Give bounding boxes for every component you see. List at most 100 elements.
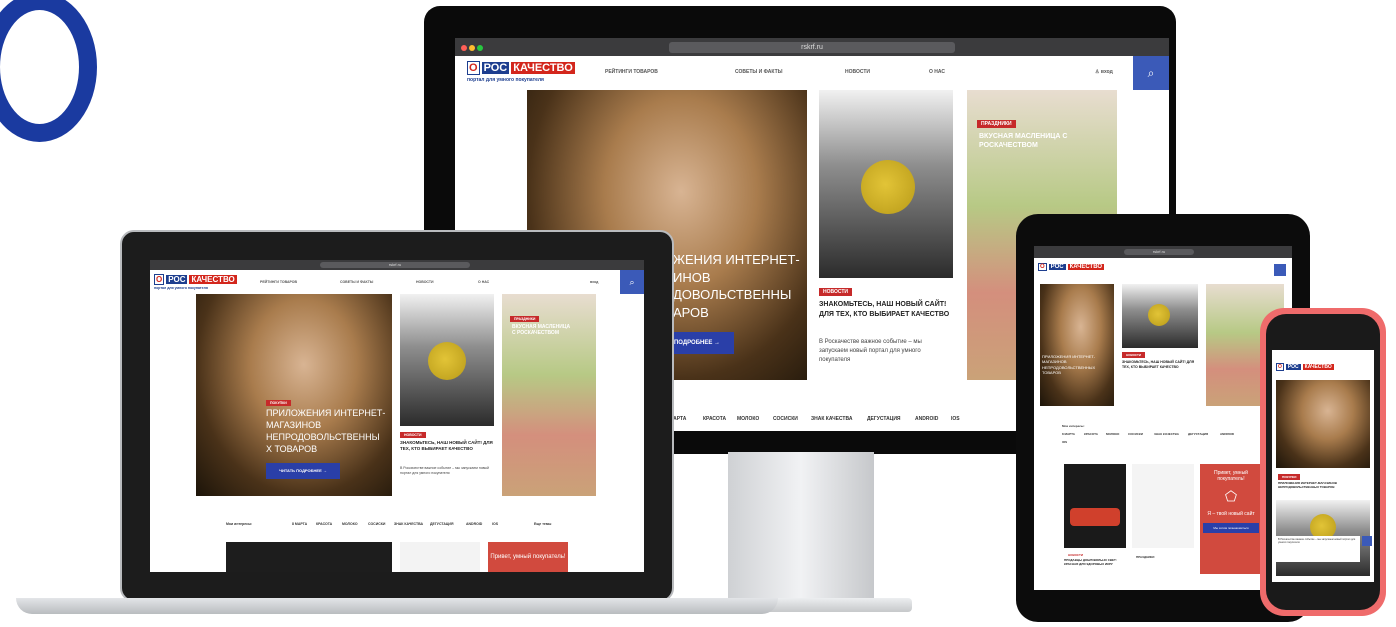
tag-item[interactable]: ДЕГУСТАЦИЯ bbox=[430, 522, 453, 526]
hero-tag[interactable]: ПОКУПКИ bbox=[1278, 474, 1301, 480]
holiday-card-title[interactable]: ВКУСНАЯ МАСЛЕНИЦА С РОСКАЧЕСТВОМ bbox=[979, 132, 1069, 150]
browser-toolbar: rskrf.ru bbox=[455, 38, 1169, 56]
promo-title: Привет, умный покупатель! bbox=[1214, 470, 1248, 482]
logo-kachestvo: КАЧЕСТВО bbox=[189, 275, 237, 284]
tag-item[interactable]: ANDROID bbox=[1220, 432, 1234, 436]
holiday-card-title[interactable]: ВКУСНАЯ МАСЛЕНИЦА С РОСКАЧЕСТВОМ bbox=[512, 324, 572, 336]
more-tags-link[interactable]: Еще темы bbox=[534, 522, 551, 526]
tag-item[interactable]: МОЛОКО bbox=[737, 416, 759, 422]
hero-title-line: ИНОВ bbox=[673, 269, 711, 285]
hero-tag[interactable]: ПОКУПКИ bbox=[266, 400, 291, 406]
tag-item[interactable]: МОЛОКО bbox=[1106, 432, 1119, 436]
tag-item[interactable]: МОЛОКО bbox=[342, 522, 358, 526]
hero-image[interactable] bbox=[1040, 284, 1114, 406]
nav-news[interactable]: НОВОСТИ bbox=[416, 280, 434, 284]
address-bar[interactable]: rskrf.ru bbox=[669, 42, 955, 53]
site-logo[interactable]: О РОС КАЧЕСТВО bbox=[1038, 263, 1105, 271]
nav-ratings[interactable]: РЕЙТИНГИ ТОВАРОВ bbox=[260, 280, 297, 284]
lightbulb-icon bbox=[861, 160, 915, 214]
news-card-image[interactable] bbox=[819, 90, 953, 278]
lightbulb-icon bbox=[428, 342, 466, 380]
hero-read-more-button[interactable]: ЧИТАТЬ ПОДРОБНЕЕ → bbox=[266, 463, 340, 479]
hero-title[interactable]: ЖЕНИЯ ИНТЕРНЕТ- ИНОВ ДОВОЛЬСТВЕННЫ АРОВ bbox=[673, 251, 800, 321]
promo-subtitle: Я – твой новый сайт bbox=[1207, 511, 1255, 517]
tag-item[interactable]: ДЕГУСТАЦИЯ bbox=[867, 416, 901, 422]
tag-item[interactable]: СОСИСКИ bbox=[1128, 432, 1143, 436]
lower-card-image[interactable] bbox=[1064, 464, 1126, 548]
promo-card[interactable]: Привет, умный покупатель! bbox=[488, 542, 568, 572]
tag-item[interactable]: КРАСОТА bbox=[1084, 432, 1098, 436]
tag-item[interactable]: ЗНАК КАЧЕСТВА bbox=[811, 416, 852, 422]
nav-tips[interactable]: СОВЕТЫ И ФАКТЫ bbox=[735, 69, 783, 75]
lower-holiday-tag[interactable]: ПРАЗДНИКИ bbox=[1132, 554, 1158, 560]
lower-card-image[interactable] bbox=[226, 542, 392, 572]
news-tag[interactable]: НОВОСТИ bbox=[819, 288, 853, 296]
logo-kachestvo: КАЧЕСТВО bbox=[511, 62, 575, 74]
logo-ros: РОС bbox=[1285, 364, 1301, 370]
holiday-tag[interactable]: ПРАЗДНИКИ bbox=[977, 120, 1016, 128]
news-card-title[interactable]: ЗНАКОМЬТЕСЬ, НАШ НОВЫЙ САЙТ! ДЛЯ ТЕХ, КТ… bbox=[400, 440, 500, 453]
login-label: вход bbox=[1100, 69, 1113, 75]
nav-about[interactable]: О НАС bbox=[929, 69, 945, 75]
cookie-banner[interactable]: В Роскачестве важное событие – мы запуск… bbox=[1276, 536, 1360, 562]
tag-item[interactable]: СОСИСКИ bbox=[368, 522, 385, 526]
news-title-line: ЗНАКОМЬТЕСЬ, НАШ НОВЫЙ САЙТ! bbox=[819, 301, 947, 308]
nav-login[interactable]: ♙ вход bbox=[1095, 69, 1113, 75]
tag-item[interactable]: КРАСОТА bbox=[316, 522, 332, 526]
news-card-image[interactable] bbox=[400, 294, 494, 426]
holiday-tag[interactable]: ПРАЗДНИКИ bbox=[510, 316, 540, 322]
caviar-illustration bbox=[1070, 508, 1120, 526]
phone-screen: О РОС КАЧЕСТВО ПОКУПКИ ПРИЛОЖЕНИЯ ИНТЕРНЕТ… bbox=[1272, 350, 1374, 582]
promo-card[interactable]: Привет, умный покупатель! ⬠ Я – твой нов… bbox=[1200, 464, 1262, 574]
hero-title-line: Х ТОВАРОВ bbox=[266, 444, 318, 455]
address-bar[interactable]: rskrf.ru bbox=[320, 262, 470, 268]
news-card-body: В Роскачестве важное событие – мы запуск… bbox=[400, 466, 489, 476]
nav-tips[interactable]: СОВЕТЫ И ФАКТЫ bbox=[340, 280, 373, 284]
tag-item[interactable]: ЗНАК КАЧЕСТВА bbox=[394, 522, 423, 526]
nav-news[interactable]: НОВОСТИ bbox=[845, 69, 870, 75]
tag-item[interactable]: ANDROID bbox=[466, 522, 482, 526]
laptop-screen: rskrf.ru О РОС КАЧЕСТВО портал для умного … bbox=[150, 260, 644, 572]
tag-item[interactable]: ANDROID bbox=[915, 416, 938, 422]
search-button[interactable]: ⌕ bbox=[620, 270, 644, 294]
tag-item[interactable]: СОСИСКИ bbox=[773, 416, 798, 422]
news-tag[interactable]: НОВОСТИ bbox=[400, 432, 426, 438]
hero-title[interactable]: ПРИЛОЖЕНИЯ ИНТЕРНЕТ-МАГАЗИНОВ НЕПРОДОВОЛ… bbox=[1042, 354, 1112, 376]
hero-title-line: АРОВ bbox=[673, 304, 709, 320]
news-card-title[interactable]: ЗНАКОМЬТЕСЬ, НАШ НОВЫЙ САЙТ! ДЛЯ ТЕХ, КТ… bbox=[819, 300, 969, 320]
site-logo[interactable]: О РОС КАЧЕСТВО bbox=[154, 274, 237, 285]
hero-image[interactable] bbox=[1276, 380, 1370, 468]
close-icon[interactable] bbox=[1362, 536, 1372, 546]
logo-letter-o: О bbox=[154, 274, 165, 285]
search-icon: ⌕ bbox=[1147, 66, 1155, 80]
address-bar[interactable]: rskrf.ru bbox=[1124, 249, 1194, 255]
nav-ratings[interactable]: РЕЙТИНГИ ТОВАРОВ bbox=[605, 69, 658, 75]
site-logo[interactable]: О РОС КАЧЕСТВО bbox=[467, 61, 575, 75]
lower-news-title[interactable]: ПРОДАВЦЫ ДОБРОВОЛЬНО СВЕТ: КРАСНАЯ ДЛЯ З… bbox=[1064, 558, 1124, 566]
hero-title[interactable]: ПРИЛОЖЕНИЯ ИНТЕРНЕТ-МАГАЗИНОВ НЕПРОДОВОЛ… bbox=[1278, 481, 1358, 489]
news-card-title[interactable]: ЗНАКОМЬТЕСЬ, НАШ НОВЫЙ САЙТ! ДЛЯ ТЕХ, КТ… bbox=[1122, 360, 1198, 370]
tag-item[interactable]: IOS bbox=[492, 522, 498, 526]
promo-button[interactable]: Мы хотим познакомиться bbox=[1203, 523, 1259, 533]
tag-item[interactable]: КРАСОТА bbox=[703, 416, 726, 422]
search-button[interactable] bbox=[1274, 264, 1286, 276]
browser-toolbar: rskrf.ru bbox=[1034, 246, 1292, 258]
news-body-line: запускаем новый портал для умного bbox=[819, 348, 921, 354]
window-controls[interactable] bbox=[461, 38, 485, 56]
lightbulb-icon bbox=[1148, 304, 1170, 326]
hero-title-line: ЖЕНИЯ ИНТЕРНЕТ- bbox=[673, 252, 800, 267]
tag-item[interactable]: 8 МАРТА bbox=[292, 522, 307, 526]
nav-about[interactable]: О НАС bbox=[478, 280, 489, 284]
news-card-body: В Роскачестве важное событие – мы запуск… bbox=[819, 338, 959, 365]
tag-item[interactable]: ЗНАК КАЧЕСТВА bbox=[1154, 432, 1179, 436]
news-card-image[interactable] bbox=[1122, 284, 1198, 348]
search-button[interactable]: ⌕ bbox=[1133, 56, 1169, 90]
tag-item[interactable]: ДЕГУСТАЦИЯ bbox=[1188, 432, 1208, 436]
tag-item[interactable]: IOS bbox=[951, 416, 960, 422]
tag-item[interactable]: IOS bbox=[1062, 440, 1067, 444]
site-logo[interactable]: О РОС КАЧЕСТВО bbox=[1276, 363, 1334, 371]
tag-item[interactable]: 8 МАРТА bbox=[1062, 432, 1075, 436]
nav-login[interactable]: вход bbox=[590, 280, 598, 284]
news-tag[interactable]: НОВОСТИ bbox=[1122, 352, 1146, 358]
hero-title[interactable]: ПРИЛОЖЕНИЯ ИНТЕРНЕТ- МАГАЗИНОВ НЕПРОДОВО… bbox=[266, 407, 385, 456]
